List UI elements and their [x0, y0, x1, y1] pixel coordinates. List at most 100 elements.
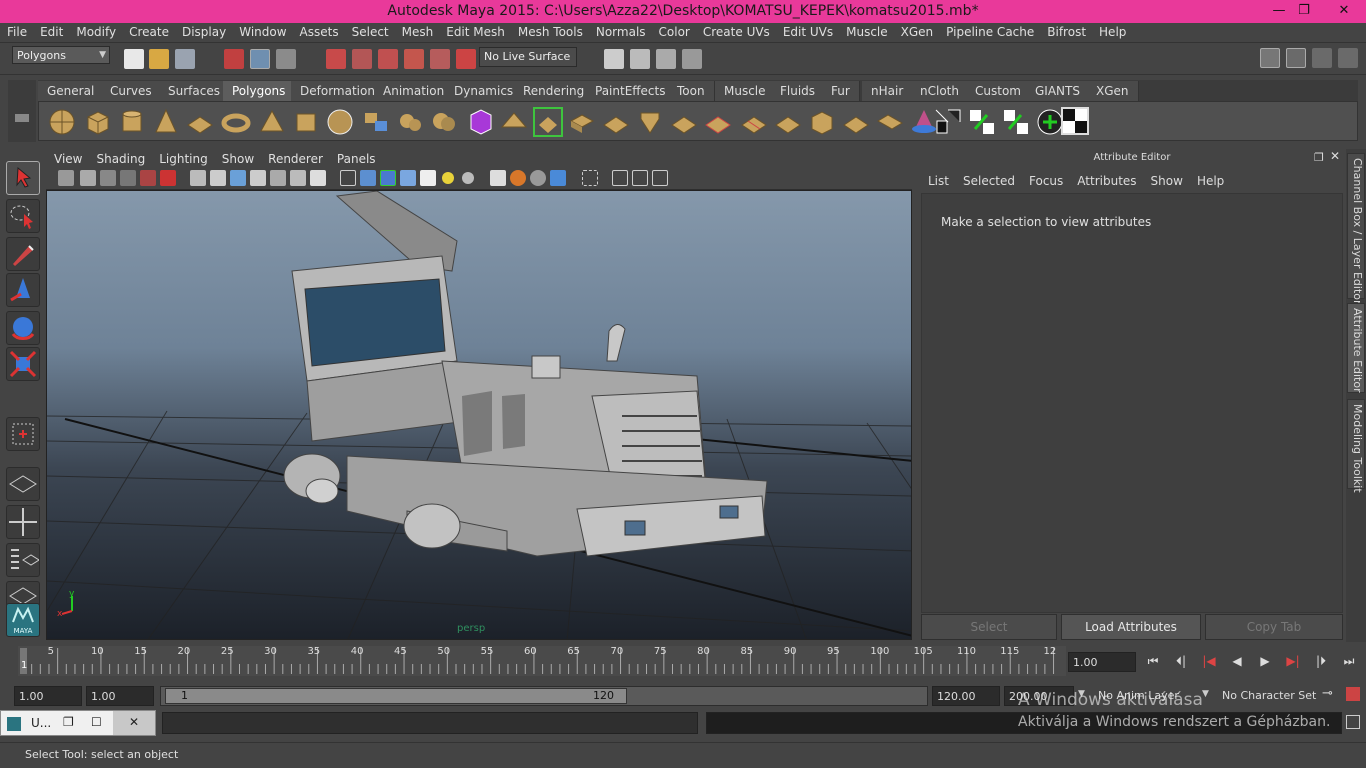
menu-create[interactable]: Create	[122, 23, 175, 39]
restore-icon[interactable]: ❐	[63, 715, 74, 729]
range-slider[interactable]: 1 120	[160, 686, 928, 706]
tab-polygons[interactable]: Polygons	[223, 81, 296, 101]
close-panel-icon[interactable]: ✕	[1330, 149, 1340, 163]
render-view-icon[interactable]	[682, 49, 702, 69]
channel-box-toggle-icon[interactable]	[1286, 48, 1306, 68]
tab-fur[interactable]: Fur	[822, 81, 860, 101]
show-manipulator-icon[interactable]	[7, 418, 39, 450]
use-all-lights-icon[interactable]	[442, 172, 454, 184]
grid-toggle-icon[interactable]	[190, 170, 206, 186]
menu-normals[interactable]: Normals	[589, 23, 652, 39]
snap-grid-icon[interactable]	[326, 49, 346, 69]
split-polygon-icon[interactable]	[703, 107, 733, 137]
layout-icon[interactable]	[1260, 48, 1280, 68]
ae-menu-selected[interactable]: Selected	[956, 174, 1022, 188]
menu-muscle[interactable]: Muscle	[839, 23, 894, 39]
viewport-menu-lighting[interactable]: Lighting	[151, 149, 214, 166]
magnet-icon[interactable]	[456, 49, 476, 69]
select-component-icon[interactable]	[276, 49, 296, 69]
grease-pencil-icon[interactable]	[160, 170, 176, 186]
poly-helix-icon[interactable]	[325, 107, 355, 137]
poke-face-icon[interactable]	[807, 107, 837, 137]
go-to-end-icon[interactable]: ⏭	[1338, 654, 1360, 670]
bridge-icon[interactable]	[601, 107, 631, 137]
mel-command-input[interactable]	[162, 712, 698, 734]
tab-dynamics[interactable]: Dynamics	[445, 81, 524, 101]
poly-cone-icon[interactable]	[151, 107, 181, 137]
wireframe-on-shaded-icon[interactable]	[380, 170, 396, 186]
insert-edge-loop-icon[interactable]	[739, 107, 769, 137]
tab-animation[interactable]: Animation	[374, 81, 455, 101]
step-forward-key-icon[interactable]: |⏵	[1310, 654, 1332, 670]
extrude-icon[interactable]	[567, 107, 597, 137]
step-back-key-icon[interactable]: ⏴|	[1170, 654, 1192, 670]
tab-toon[interactable]: Toon	[668, 81, 715, 101]
ae-copy-tab-button[interactable]: Copy Tab	[1205, 614, 1343, 640]
textured-icon[interactable]	[420, 170, 436, 186]
play-forwards-icon[interactable]: ▶	[1254, 654, 1276, 670]
menu-edit[interactable]: Edit	[33, 23, 69, 39]
poly-cylinder-icon[interactable]	[117, 107, 147, 137]
select-hierarchy-icon[interactable]	[224, 49, 244, 69]
motion-blur-icon[interactable]	[510, 170, 526, 186]
xray-components-icon[interactable]	[632, 170, 648, 186]
depth-of-field-icon[interactable]	[550, 170, 566, 186]
cylindrical-mapping-icon[interactable]	[967, 107, 997, 137]
tab-surfaces[interactable]: Surfaces	[159, 81, 230, 101]
viewport-menu-view[interactable]: View	[46, 149, 88, 166]
mirror-geometry-icon[interactable]	[533, 107, 563, 137]
ipr-render-icon[interactable]	[656, 49, 676, 69]
safe-action-icon[interactable]	[290, 170, 306, 186]
menu-xgen[interactable]: XGen	[894, 23, 940, 39]
outliner-layout-icon[interactable]	[7, 544, 40, 576]
paint-select-tool-icon[interactable]	[7, 238, 39, 270]
boolean-icon[interactable]	[429, 107, 459, 137]
viewport-menu-shading[interactable]: Shading	[88, 149, 151, 166]
create-polygon-icon[interactable]	[669, 107, 699, 137]
gate-mask-icon[interactable]	[250, 170, 266, 186]
ae-menu-list[interactable]: List	[921, 174, 956, 188]
step-back-frame-icon[interactable]: |◀	[1198, 654, 1220, 670]
rotate-tool-icon[interactable]	[7, 312, 39, 344]
camera-attributes-icon[interactable]	[80, 170, 96, 186]
maximize-button[interactable]: ❐	[1290, 0, 1318, 23]
menu-window[interactable]: Window	[232, 23, 292, 39]
menu-file[interactable]: File	[0, 23, 33, 39]
play-backwards-icon[interactable]: ◀	[1226, 654, 1248, 670]
tab-channel-box[interactable]: Channel Box / Layer Editor	[1347, 153, 1365, 305]
minimized-close-icon[interactable]: ✕	[113, 711, 155, 735]
hud-toggle-icon[interactable]	[652, 170, 668, 186]
viewport-menu-show[interactable]: Show	[214, 149, 260, 166]
menu-edit-mesh[interactable]: Edit Mesh	[439, 23, 511, 39]
planar-mapping-icon[interactable]	[933, 107, 963, 137]
menu-color[interactable]: Color	[652, 23, 696, 39]
character-set-chevron-icon[interactable]: ▼	[1202, 689, 1209, 699]
minimize-button[interactable]: —	[1265, 0, 1293, 23]
perspective-viewport[interactable]: x y persp	[46, 190, 912, 640]
tab-general[interactable]: General	[38, 81, 105, 101]
image-plane-icon[interactable]	[120, 170, 136, 186]
xray-joints-icon[interactable]	[612, 170, 628, 186]
separate-icon[interactable]	[395, 107, 425, 137]
script-editor-icon[interactable]	[1346, 715, 1360, 729]
tab-ncloth[interactable]: nCloth	[911, 81, 969, 101]
resolution-gate-icon[interactable]	[230, 170, 246, 186]
menu-edit-uvs[interactable]: Edit UVs	[776, 23, 839, 39]
poly-plane-icon[interactable]	[185, 107, 215, 137]
isolate-select-icon[interactable]	[582, 170, 598, 186]
menu-help[interactable]: Help	[1092, 23, 1132, 39]
tab-muscle[interactable]: Muscle	[715, 81, 776, 101]
snap-point-icon[interactable]	[378, 49, 398, 69]
select-camera-icon[interactable]	[58, 170, 74, 186]
snap-curve-icon[interactable]	[352, 49, 372, 69]
menu-select[interactable]: Select	[345, 23, 395, 39]
tab-painteffects[interactable]: PaintEffects	[586, 81, 676, 101]
poly-pipe-icon[interactable]	[291, 107, 321, 137]
two-d-pan-zoom-icon[interactable]	[140, 170, 156, 186]
auto-key-icon[interactable]: ⊸	[1322, 686, 1333, 701]
current-time-field[interactable]: 1.00	[1068, 652, 1136, 672]
combine-icon[interactable]	[361, 107, 391, 137]
film-gate-icon[interactable]	[210, 170, 226, 186]
shelf-menu-handle[interactable]	[8, 80, 36, 142]
tab-curves[interactable]: Curves	[101, 81, 162, 101]
